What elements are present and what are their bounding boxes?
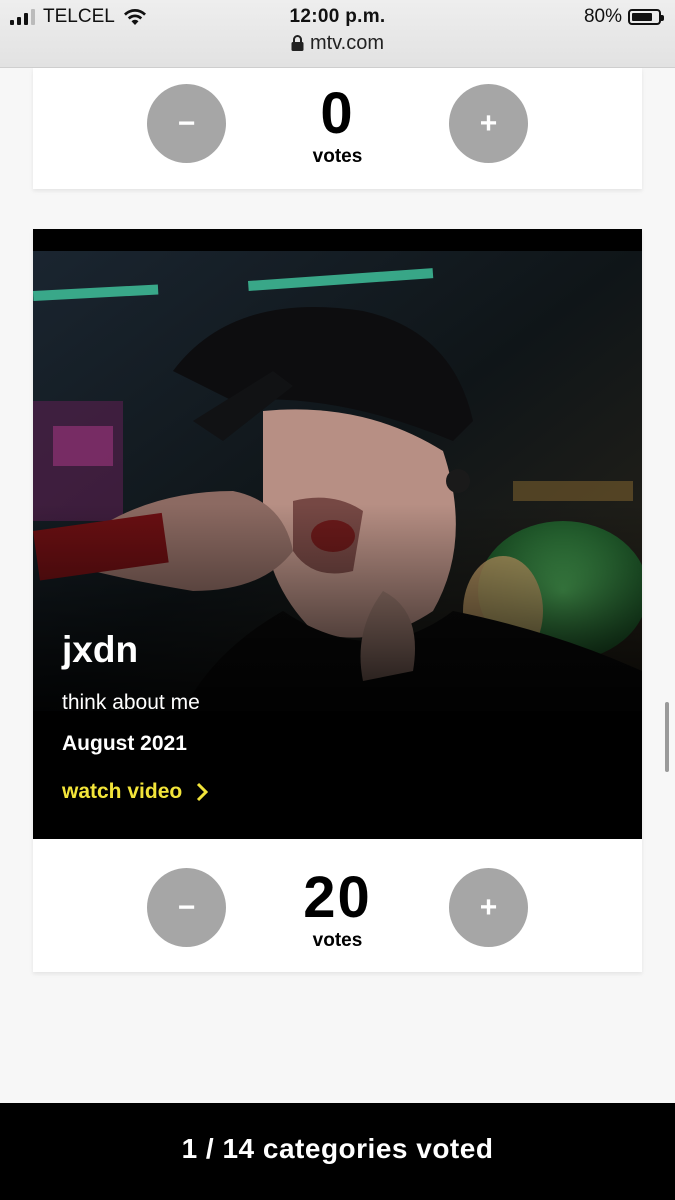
address-bar[interactable]: mtv.com — [0, 32, 675, 55]
increase-vote-button[interactable]: + — [449, 868, 528, 947]
battery-icon — [628, 9, 664, 25]
video-thumbnail[interactable]: jxdn think about me August 2021 watch vi… — [33, 229, 642, 839]
artist-name: jxdn — [62, 629, 139, 670]
votes-label: votes — [312, 930, 363, 951]
url-text: mtv.com — [309, 32, 385, 54]
release-date: August 2021 — [62, 732, 187, 755]
vote-count: 20 — [303, 865, 372, 930]
nominee-card: jxdn think about me August 2021 watch vi… — [33, 229, 642, 972]
battery-group: 80% — [583, 6, 664, 28]
battery-percent: 80% — [583, 6, 622, 27]
song-title: think about me — [62, 691, 200, 714]
vote-controls: − 0 votes + — [33, 81, 642, 167]
scrollbar[interactable] — [665, 702, 669, 772]
categories-voted-text: 1 / 14 categories voted — [181, 1133, 494, 1164]
status-bar: TELCEL 12:00 p.m. 80% mtv.com — [0, 0, 675, 68]
voting-progress-bar: 1 / 14 categories voted — [0, 1103, 675, 1200]
chevron-right-icon — [197, 782, 209, 802]
vote-count: 0 — [320, 81, 355, 146]
votes-label: votes — [312, 146, 363, 167]
watch-video-label: watch video — [62, 780, 183, 803]
previous-nominee-vote-card: − 0 votes + — [33, 68, 642, 189]
vote-controls: − 20 votes + — [33, 865, 642, 951]
clock: 12:00 p.m. — [289, 6, 386, 27]
increase-vote-button[interactable]: + — [449, 84, 528, 163]
watch-video-link[interactable]: watch video — [62, 780, 209, 804]
lock-icon — [291, 35, 304, 51]
